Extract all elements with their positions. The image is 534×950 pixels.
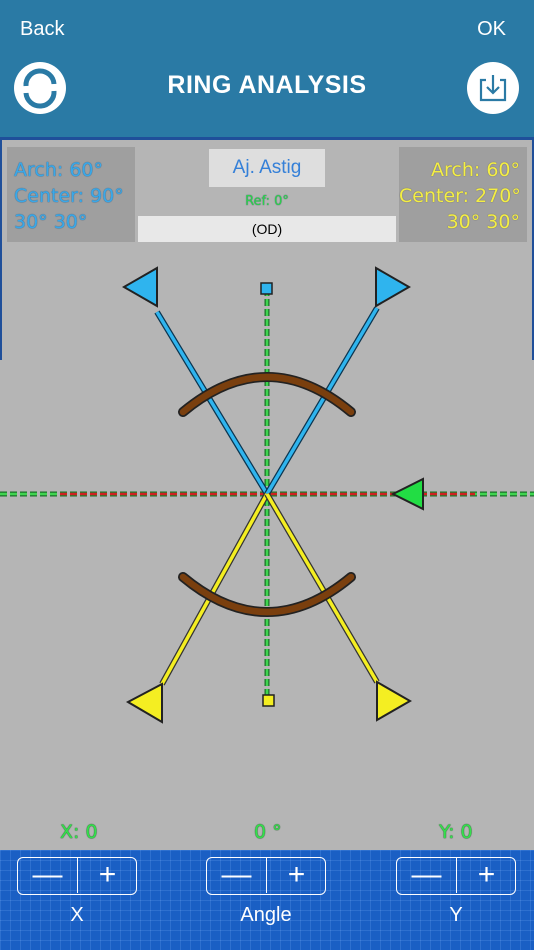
header-divider [0, 137, 534, 140]
angle-increment-button[interactable]: + [267, 858, 326, 893]
y-decrement-button[interactable]: — [397, 858, 457, 893]
ok-button[interactable]: OK [477, 18, 506, 41]
angle-stepper: — + [206, 857, 326, 895]
left-arch-text: Arch: 60° [14, 159, 103, 181]
adjust-astig-button[interactable]: Aj. Astig [209, 149, 325, 187]
right-center-text: Center: 270° [399, 185, 521, 207]
yellow-right-arm [265, 493, 379, 683]
yellow-left-arm [160, 493, 269, 685]
blue-right-arm [265, 307, 379, 495]
back-button[interactable]: Back [20, 18, 64, 41]
save-button[interactable] [467, 62, 519, 114]
right-angles-text: 30° 30° [446, 211, 520, 233]
angle-stepper-label: Angle [240, 904, 292, 926]
angle-decrement-button[interactable]: — [207, 858, 267, 893]
blue-left-triangle-handle[interactable] [121, 266, 158, 308]
page-title: RING ANALYSIS [167, 71, 367, 99]
y-stepper-label: Y [449, 904, 463, 926]
top-square-handle[interactable] [260, 282, 273, 295]
yellow-right-triangle-handle[interactable] [376, 680, 413, 722]
x-stepper-label: X [70, 904, 84, 926]
left-angles-text: 30° 30° [14, 211, 88, 233]
right-info-panel: Arch: 60° Center: 270° 30° 30° [399, 147, 527, 242]
x-decrement-button[interactable]: — [18, 858, 78, 893]
x-readout: X: 0 [60, 821, 98, 843]
y-stepper: — + [396, 857, 516, 895]
download-icon [479, 75, 507, 102]
right-arch-text: Arch: 60° [431, 159, 520, 181]
eye-label: (OD) [138, 216, 396, 242]
y-readout: Y: 0 [439, 821, 473, 843]
ring-diagram[interactable] [0, 242, 534, 822]
x-stepper: — + [17, 857, 137, 895]
control-panel: — + X — + Angle — + Y [0, 850, 534, 950]
header-bar: Back OK RING ANALYSIS [0, 0, 534, 137]
angle-readout: 0 ° [254, 821, 282, 843]
yellow-left-triangle-handle[interactable] [125, 682, 163, 724]
x-increment-button[interactable]: + [78, 858, 137, 893]
axis-angle-handle[interactable] [390, 477, 424, 511]
blue-left-arm [155, 311, 269, 495]
blue-right-triangle-handle[interactable] [375, 266, 412, 308]
bottom-square-handle[interactable] [262, 694, 275, 707]
y-increment-button[interactable]: + [457, 858, 516, 893]
